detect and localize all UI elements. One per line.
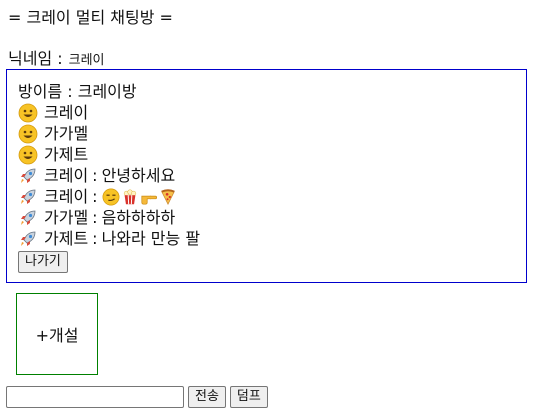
room-name: 방이름 : 크레이방 [18, 82, 137, 101]
chat-message: 가가멜: 음하하하하 [18, 207, 518, 228]
app-title: = 크레이 멀티 채팅방 = [8, 8, 173, 27]
message-separator: : [92, 229, 98, 248]
leave-room-button[interactable]: 나가기 [18, 251, 68, 273]
message-composer: 전송 덤프 [6, 386, 268, 408]
message-separator: : [92, 208, 98, 227]
chat-message: 크레이: 안녕하세요 [18, 165, 518, 186]
member-item: 가가멜 [18, 123, 518, 144]
popcorn-icon [121, 188, 139, 206]
nickname-value: 크레이 [68, 53, 105, 68]
member-item: 가제트 [18, 144, 518, 165]
rocket-icon [18, 229, 38, 249]
chat-room-panel: 방이름 : 크레이방 크레이 가가멜 가제트 크레이: 안녕하세요 크레이:… [6, 69, 527, 283]
grinning-face-icon [18, 145, 38, 165]
rocket-icon [18, 208, 38, 228]
chat-room-content: 방이름 : 크레이방 크레이 가가멜 가제트 크레이: 안녕하세요 크레이:… [18, 81, 518, 273]
chat-message: 크레이: [18, 186, 518, 207]
send-button[interactable]: 전송 [188, 386, 226, 408]
message-sender: 크레이 [44, 187, 89, 206]
rocket-icon [18, 166, 38, 186]
rocket-icon [18, 187, 38, 207]
chat-message: 가제트: 나와라 만능 팔 [18, 228, 518, 249]
smirking-face-icon [102, 188, 120, 206]
create-room-button[interactable]: +개설 [16, 293, 98, 375]
nickname-row: 닉네임 : 크레이 [8, 49, 105, 71]
message-sender: 가가멜 [44, 208, 89, 227]
message-emojis [102, 188, 177, 206]
chat-app-page: = 크레이 멀티 채팅방 = 닉네임 : 크레이 방이름 : 크레이방 크레이 가… [0, 0, 540, 417]
member-item: 크레이 [18, 102, 518, 123]
message-input[interactable] [6, 386, 184, 408]
create-room-label: +개설 [35, 326, 79, 345]
message-text: 안녕하세요 [101, 166, 176, 185]
grinning-face-icon [18, 103, 38, 123]
message-separator: : [92, 166, 98, 185]
message-sender: 크레이 [44, 166, 89, 185]
message-separator: : [92, 187, 98, 206]
dump-button[interactable]: 덤프 [229, 386, 268, 408]
message-sender: 가제트 [44, 229, 89, 248]
message-text: 음하하하하 [101, 208, 176, 227]
member-name: 가제트 [44, 145, 89, 164]
nickname-label: 닉네임 : [8, 49, 63, 68]
grinning-face-icon [18, 124, 38, 144]
member-name: 크레이 [44, 103, 89, 122]
pizza-icon [159, 188, 177, 206]
pointing-hand-icon [140, 188, 158, 206]
member-name: 가가멜 [44, 124, 89, 143]
message-text: 나와라 만능 팔 [101, 229, 201, 248]
